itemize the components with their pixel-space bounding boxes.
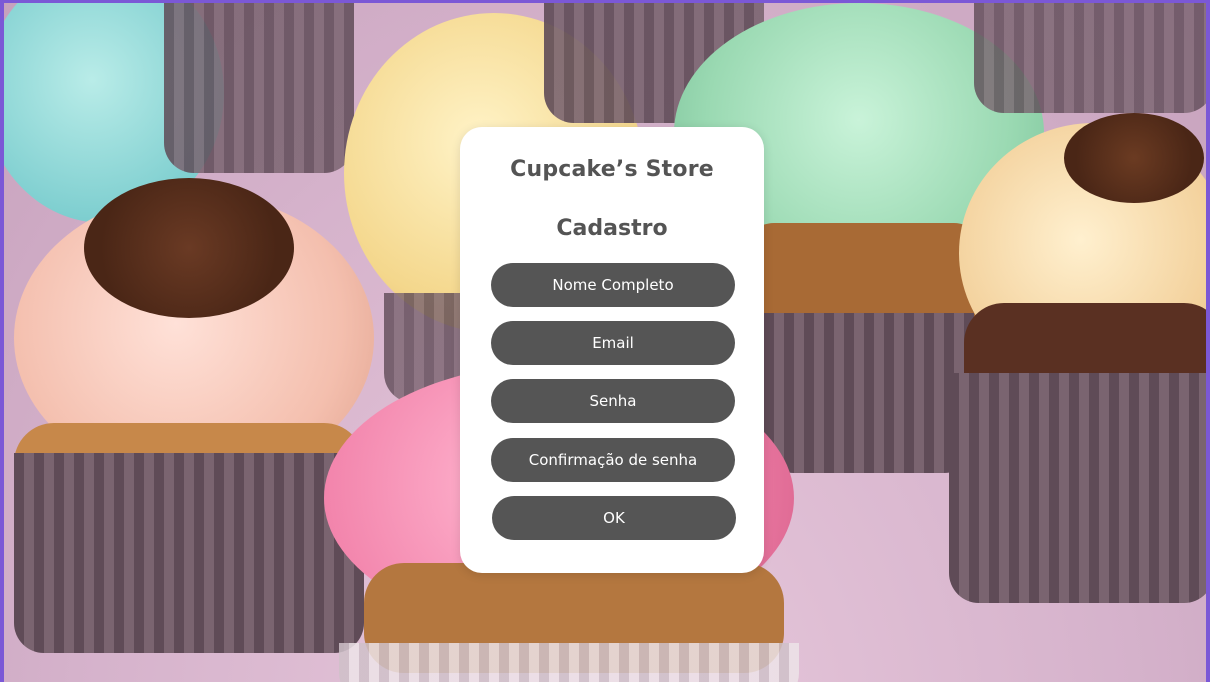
ok-button[interactable]: OK [492, 496, 736, 540]
left-cupcake-liner [14, 453, 364, 653]
full-name-field[interactable]: Nome Completo [491, 263, 735, 307]
page-subtitle: Cadastro [556, 216, 668, 241]
blue-cupcake-liner [164, 3, 354, 173]
far-right-top-liner [974, 3, 1206, 113]
green-cupcake-liner [764, 313, 974, 473]
chocolate-topping-left [84, 178, 294, 318]
chocolate-topping-right [1064, 113, 1204, 203]
page-frame: Cupcake’s Store Cadastro Nome Completo E… [0, 0, 1210, 682]
right-cupcake-liner [949, 373, 1206, 603]
register-card: Cupcake’s Store Cadastro Nome Completo E… [460, 127, 764, 573]
email-field[interactable]: Email [491, 321, 735, 365]
store-title: Cupcake’s Store [510, 157, 714, 182]
confirm-password-field[interactable]: Confirmação de senha [491, 438, 735, 482]
pink-cupcake-liner [339, 643, 799, 682]
password-field[interactable]: Senha [491, 379, 735, 423]
